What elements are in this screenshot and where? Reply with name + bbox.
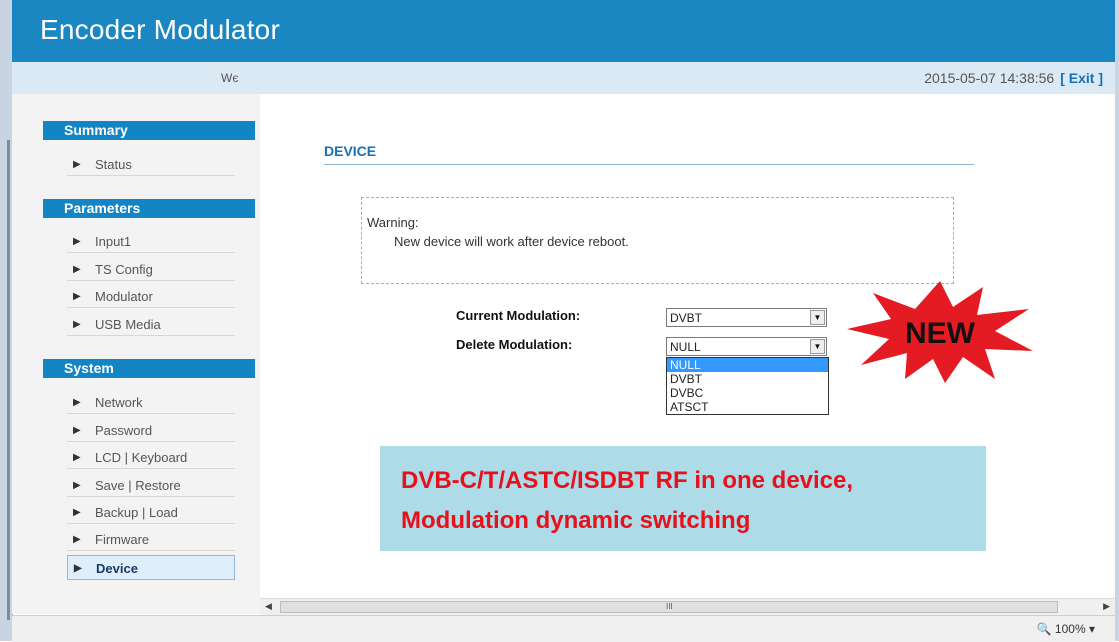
info-bar: Wє 2015-05-07 14:38:56 [ Exit ]: [12, 62, 1115, 95]
chevron-down-icon[interactable]: ▼: [810, 310, 825, 325]
datetime: 2015-05-07 14:38:56 [ Exit ]: [924, 70, 1103, 86]
arrow-icon: ▶: [73, 319, 81, 330]
current-modulation-label: Current Modulation:: [456, 308, 581, 323]
sidebar-item-label: Input1: [95, 234, 132, 249]
sidebar-item-label: Device: [96, 561, 138, 576]
section-parameters: Parameters: [43, 199, 255, 218]
status-bar: 🔍 100% ▾: [12, 615, 1115, 642]
arrow-icon: ▶: [73, 236, 81, 247]
arrow-icon: ▶: [73, 534, 81, 545]
sidebar-item-status[interactable]: ▶ Status: [67, 154, 235, 176]
section-summary: Summary: [43, 121, 255, 140]
promo-line-2: Modulation dynamic switching: [401, 507, 751, 534]
sidebar-item-firmware[interactable]: ▶ Firmware: [67, 529, 235, 551]
app-header: Encoder Modulator: [12, 0, 1115, 62]
frame-strip: [7, 140, 10, 620]
delete-modulation-value: NULL: [670, 340, 701, 354]
scroll-left-icon[interactable]: ◀: [265, 601, 272, 612]
dropdown-option[interactable]: NULL: [667, 358, 828, 372]
promo-line-1: DVB-C/T/ASTC/ISDBT RF in one device,: [401, 467, 854, 494]
dropdown-option[interactable]: ATSCT: [667, 400, 828, 414]
chevron-down-icon[interactable]: ▼: [810, 339, 825, 354]
scroll-grip: III: [666, 602, 673, 611]
datetime-value: 2015-05-07 14:38:56: [924, 70, 1055, 86]
current-modulation-select[interactable]: DVBT ▼: [666, 308, 827, 327]
section-system: System: [43, 359, 255, 378]
sidebar-item-label: USB Media: [95, 317, 161, 332]
sidebar-item-usb-media[interactable]: ▶ USB Media: [67, 314, 235, 336]
scroll-thumb[interactable]: III: [280, 601, 1058, 613]
zoom-icon: 🔍: [1036, 622, 1052, 636]
title-divider: [324, 164, 974, 165]
new-badge-text: NEW: [905, 317, 976, 350]
sidebar-item-ts-config[interactable]: ▶ TS Config: [67, 259, 235, 281]
sidebar-item-label: TS Config: [95, 262, 153, 277]
sidebar-item-label: Save | Restore: [95, 478, 181, 493]
sidebar-item-label: Backup | Load: [95, 505, 178, 520]
arrow-icon: ▶: [73, 264, 81, 275]
sidebar-item-label: LCD | Keyboard: [95, 450, 188, 465]
exit-link[interactable]: [ Exit ]: [1060, 70, 1103, 86]
current-modulation-value: DVBT: [670, 311, 703, 325]
sidebar: Summary ▶ Status Parameters ▶ Input1 ▶ T…: [12, 94, 260, 614]
sidebar-item-label: Network: [95, 395, 143, 410]
sidebar-item-backup-load[interactable]: ▶ Backup | Load: [67, 502, 235, 524]
sidebar-item-save-restore[interactable]: ▶ Save | Restore: [67, 475, 235, 497]
warning-title: Warning:: [367, 215, 419, 230]
sidebar-item-modulator[interactable]: ▶ Modulator: [67, 286, 235, 308]
sidebar-item-label: Status: [95, 157, 132, 172]
sidebar-item-password[interactable]: ▶ Password: [67, 420, 235, 442]
zoom-control[interactable]: 🔍 100% ▾: [1037, 622, 1095, 636]
dropdown-option[interactable]: DVBC: [667, 386, 828, 400]
arrow-icon: ▶: [73, 452, 81, 463]
arrow-icon: ▶: [74, 563, 82, 574]
sidebar-item-network[interactable]: ▶ Network: [67, 392, 235, 414]
scroll-right-icon[interactable]: ▶: [1103, 601, 1110, 612]
app-title: Encoder Modulator: [40, 14, 280, 45]
sidebar-item-device[interactable]: ▶ Device: [67, 555, 235, 580]
arrow-icon: ▶: [73, 480, 81, 491]
arrow-icon: ▶: [73, 507, 81, 518]
welcome-text: Wє: [221, 71, 239, 85]
delete-modulation-label: Delete Modulation:: [456, 337, 573, 352]
sidebar-item-label: Password: [95, 423, 153, 438]
chevron-down-icon[interactable]: ▾: [1089, 622, 1095, 636]
dropdown-option[interactable]: DVBT: [667, 372, 828, 386]
delete-modulation-dropdown: NULL DVBT DVBC ATSCT: [666, 357, 829, 415]
main-content: DEVICE Warning: New device will work aft…: [260, 94, 1115, 598]
sidebar-item-label: Modulator: [95, 289, 153, 304]
sidebar-item-lcd-keyboard[interactable]: ▶ LCD | Keyboard: [67, 447, 235, 469]
horizontal-scrollbar[interactable]: ◀ III ▶: [260, 598, 1115, 616]
arrow-icon: ▶: [73, 425, 81, 436]
warning-box: Warning: New device will work after devi…: [361, 197, 954, 284]
delete-modulation-select[interactable]: NULL ▼: [666, 337, 827, 356]
promo-banner: DVB-C/T/ASTC/ISDBT RF in one device, Mod…: [380, 446, 986, 551]
arrow-icon: ▶: [73, 159, 81, 170]
window-right-frame: [1115, 0, 1119, 641]
warning-message: New device will work after device reboot…: [394, 234, 629, 249]
zoom-level: 100%: [1054, 622, 1086, 636]
arrow-icon: ▶: [73, 397, 81, 408]
sidebar-item-label: Firmware: [95, 532, 150, 547]
new-badge: NEW: [847, 281, 1033, 383]
page-title: DEVICE: [324, 143, 377, 159]
arrow-icon: ▶: [73, 291, 81, 302]
sidebar-item-input1[interactable]: ▶ Input1: [67, 231, 235, 253]
